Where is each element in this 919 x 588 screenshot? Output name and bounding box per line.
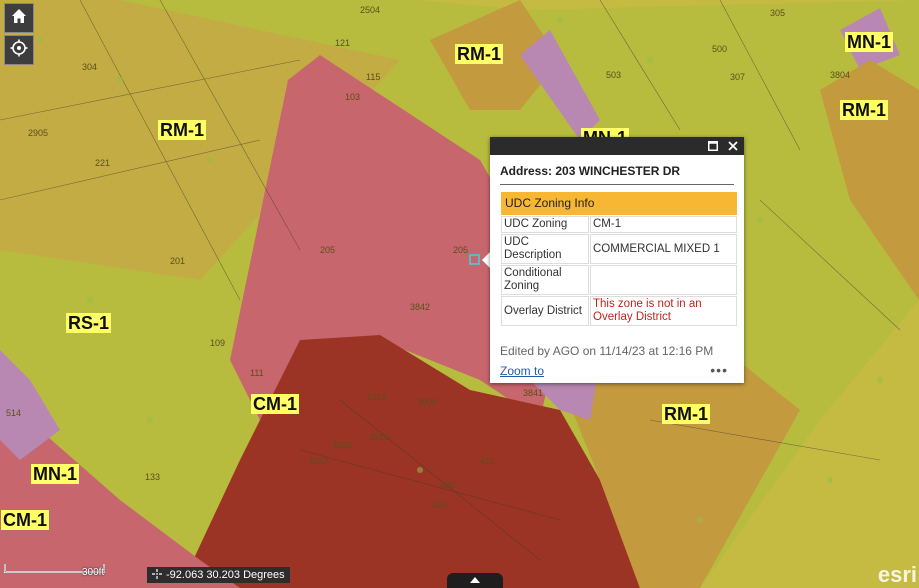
parcel-number: 3900 <box>417 397 438 407</box>
parcel-number: 514 <box>6 408 22 418</box>
zone-label-cm1: CM-1 <box>251 394 299 414</box>
zoning-map[interactable] <box>0 0 919 588</box>
attribute-key: Conditional Zoning <box>501 265 589 295</box>
attribute-table: UDC Zoning Info UDC Zoning CM-1 UDC Desc… <box>500 191 738 327</box>
zone-label-mn1: MN-1 <box>31 464 79 484</box>
edited-info: Edited by AGO on 11/14/23 at 12:16 PM <box>500 344 714 358</box>
attribute-key: Overlay District <box>501 296 589 326</box>
attribute-key: UDC Description <box>501 234 589 264</box>
zone-label-rm1: RM-1 <box>662 404 710 424</box>
locate-button[interactable] <box>4 35 34 65</box>
scale-label: 300ft <box>82 567 105 578</box>
parcel-number: 304 <box>82 62 98 72</box>
parcel-number: 3804 <box>830 70 851 80</box>
maximize-icon <box>708 141 718 151</box>
zone-label-rm1: RM-1 <box>840 100 888 120</box>
coordinate-text: -92.063 30.203 Degrees <box>166 569 285 581</box>
parcel-number: 103 <box>345 92 361 102</box>
zone-label-mn1: MN-1 <box>845 32 893 52</box>
popup-title: Address: 203 WINCHESTER DR <box>500 164 734 185</box>
zoom-to-link[interactable]: Zoom to <box>500 364 544 378</box>
parcel-number: 3920 <box>332 440 353 450</box>
parcel-number: 3842 <box>410 302 431 312</box>
section-header: UDC Zoning Info <box>501 192 737 215</box>
crosshair-icon <box>152 568 162 582</box>
coordinate-display[interactable]: -92.063 30.203 Degrees <box>147 567 290 583</box>
expand-panel-button[interactable] <box>447 573 503 588</box>
close-button[interactable] <box>726 139 740 153</box>
close-icon <box>728 141 738 151</box>
attribute-value: COMMERCIAL MIXED 1 <box>590 234 737 264</box>
parcel-number: 221 <box>95 158 111 168</box>
zone-label-cm1: CM-1 <box>1 510 49 530</box>
locate-icon <box>10 39 28 62</box>
parcel-number: 121 <box>335 38 351 48</box>
attribute-key: UDC Zoning <box>501 216 589 233</box>
parcel-number: 411 <box>480 456 495 466</box>
parcel-number: 1013 <box>366 392 387 402</box>
parcel-number: 500 <box>712 44 728 54</box>
attribute-value: CM-1 <box>590 216 737 233</box>
esri-logo: esri <box>877 562 917 587</box>
parcel-number: 111 <box>250 368 264 378</box>
parcel-number: 205 <box>320 245 336 255</box>
scale-bar: 300ft <box>4 562 108 578</box>
parcel-number: 305 <box>770 8 786 18</box>
zone-label-rm1: RM-1 <box>455 44 503 64</box>
home-icon <box>10 7 28 30</box>
zone-label-rm1: RM-1 <box>158 120 206 140</box>
parcel-number: 3922 <box>308 456 329 466</box>
parcel-number: 405 <box>432 500 448 510</box>
parcel-number: 409 <box>440 480 456 490</box>
popup-pointer <box>482 252 490 268</box>
popup-toolbar <box>490 137 744 155</box>
attribute-value <box>590 265 737 295</box>
table-row: Conditional Zoning <box>501 265 737 295</box>
parcel-number: 3841 <box>523 388 544 398</box>
parcel-number: 2504 <box>360 5 381 15</box>
chevron-up-icon <box>470 575 480 586</box>
parcel-number: 109 <box>210 338 226 348</box>
more-options-button[interactable]: ••• <box>710 362 728 378</box>
zone-label-rs1: RS-1 <box>66 313 112 333</box>
parcel-number: 133 <box>145 472 161 482</box>
parcel-number: 201 <box>170 256 186 266</box>
parcel-number: 307 <box>730 72 746 82</box>
parcel-number: 503 <box>606 70 622 80</box>
parcel-number: 115 <box>366 72 381 82</box>
maximize-button[interactable] <box>706 139 720 153</box>
table-row: Overlay District This zone is not in an … <box>501 296 737 326</box>
table-row: UDC Zoning CM-1 <box>501 216 737 233</box>
home-button[interactable] <box>4 3 34 33</box>
parcel-number: 2905 <box>28 128 49 138</box>
attribute-value: This zone is not in an Overlay District <box>590 296 737 326</box>
parcel-number: 3916 <box>369 432 390 442</box>
parcel-number: 205 <box>453 245 469 255</box>
feature-popup: Address: 203 WINCHESTER DR UDC Zoning In… <box>490 137 744 383</box>
table-row: UDC Description COMMERCIAL MIXED 1 <box>501 234 737 264</box>
